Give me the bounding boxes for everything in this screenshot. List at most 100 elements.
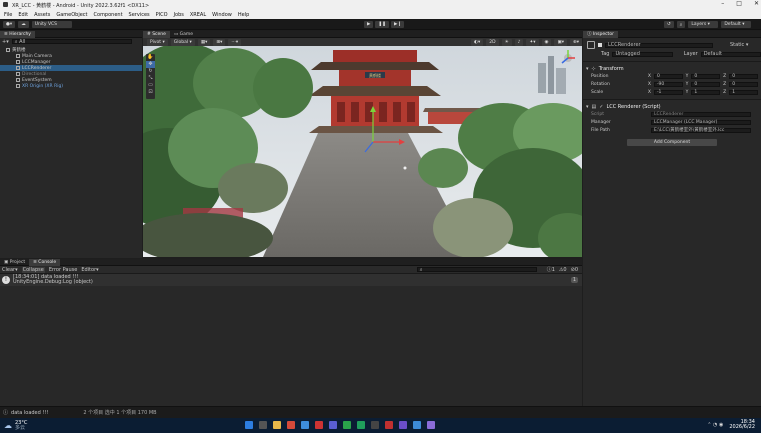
rotation-x-field[interactable]: -90 xyxy=(653,81,683,87)
menu-item-window[interactable]: Window xyxy=(212,12,232,18)
editor-dropdown[interactable]: Editor▾ xyxy=(81,267,98,273)
app-icon[interactable] xyxy=(329,421,337,429)
clock[interactable]: 18:34 2026/6/22 xyxy=(729,420,755,430)
foldout-icon[interactable]: ▾ xyxy=(586,104,589,110)
minimize-button[interactable]: – xyxy=(721,0,724,7)
menu-item-jobs[interactable]: Jobs xyxy=(174,12,184,18)
tab-inspector[interactable]: ⓘ Inspector xyxy=(583,30,618,38)
view-tool-icon[interactable]: ✋ xyxy=(146,54,155,61)
rect-tool-icon[interactable]: ▭ xyxy=(146,82,155,89)
menu-item-assets[interactable]: Assets xyxy=(34,12,50,18)
scene-orientation-gizmo[interactable] xyxy=(558,48,578,68)
tab-game[interactable]: ▭ Game xyxy=(170,31,197,38)
camera-icon[interactable]: ▣▾ xyxy=(554,38,567,46)
layer-dropdown[interactable]: Default xyxy=(700,51,761,57)
layers-dropdown[interactable]: Layers ▾ xyxy=(688,21,719,28)
rotate-tool-icon[interactable]: ↻ xyxy=(146,68,155,75)
layout-dropdown[interactable]: Default ▾ xyxy=(721,21,752,28)
position-z-field[interactable]: 0 xyxy=(729,73,758,79)
rotation-z-field[interactable]: 0 xyxy=(729,81,758,87)
app-icon[interactable] xyxy=(357,421,365,429)
tab-scene[interactable]: # Scene xyxy=(143,31,170,38)
scale-tool-icon[interactable]: ⤡ xyxy=(146,75,155,82)
transform-header[interactable]: ▾ ⊹ Transform xyxy=(583,65,761,72)
foldout-icon[interactable]: ▾ xyxy=(586,66,589,72)
shading-mode-icon[interactable]: ◐▾ xyxy=(471,38,484,46)
menu-item-component[interactable]: Component xyxy=(94,12,123,18)
effects-icon[interactable]: ✦▾ xyxy=(526,38,539,46)
grid-icon[interactable]: ▦▾ xyxy=(197,38,211,46)
scale-y-field[interactable]: 1 xyxy=(691,89,721,95)
filepath-field[interactable]: E:\LCC\黄鹤楼室外\黄鹤楼室外.lcc xyxy=(651,127,751,133)
close-button[interactable]: ✕ xyxy=(754,0,759,7)
lcc-renderer-header[interactable]: ▾ ▤ ✓ LCC Renderer (Script) xyxy=(583,103,761,110)
menu-item-edit[interactable]: Edit xyxy=(18,12,28,18)
file-explorer-icon[interactable] xyxy=(273,421,281,429)
error-count-badge[interactable]: ⊘0 xyxy=(571,267,578,273)
chrome-icon[interactable] xyxy=(343,421,351,429)
search-icon[interactable] xyxy=(259,421,267,429)
start-icon[interactable] xyxy=(245,421,253,429)
history-icon[interactable]: ↺ xyxy=(664,21,674,28)
log-count-badge[interactable]: ⓘ1 xyxy=(547,266,555,273)
warning-count-badge[interactable]: ⚠0 xyxy=(559,267,567,273)
move-tool-icon[interactable]: ✥ xyxy=(146,61,155,68)
clear-button[interactable]: Clear▾ xyxy=(2,267,18,273)
app-icon[interactable] xyxy=(287,421,295,429)
collapse-button[interactable]: Collapse xyxy=(21,266,45,273)
search-icon[interactable]: ⌕ xyxy=(676,21,686,28)
snap-icon[interactable]: ⊞▾ xyxy=(213,38,226,46)
audio-icon[interactable]: ♪ xyxy=(514,38,524,46)
console-search-input[interactable]: ⌕ xyxy=(416,267,537,273)
gizmos-icon[interactable]: ⊕▾ xyxy=(569,38,582,46)
hierarchy-search-input[interactable]: ⌕ All xyxy=(11,39,132,45)
add-component-button[interactable]: Add Component xyxy=(627,139,717,146)
app-icon[interactable] xyxy=(413,421,421,429)
unity-icon[interactable] xyxy=(371,421,379,429)
app-icon[interactable] xyxy=(399,421,407,429)
vcs-dropdown[interactable]: Unity VCS xyxy=(31,21,72,28)
tray-icons[interactable]: ⌃ ◔ ◉ xyxy=(707,422,723,428)
console-entry[interactable]: ! [18:34:01] data loaded !!! UnityEngine.D… xyxy=(0,274,582,286)
pivot-dropdown[interactable]: Pivot ▾ xyxy=(147,38,168,46)
scene-viewport[interactable]: 黄鹤楼 ✋ ✥ ↻ ⤡ ▭ ⊡ xyxy=(143,38,582,257)
menu-item-help[interactable]: Help xyxy=(238,12,249,18)
menu-item-xreal[interactable]: XREAL xyxy=(190,12,206,18)
position-y-field[interactable]: 0 xyxy=(691,73,721,79)
step-button[interactable]: ▶❙ xyxy=(391,21,405,28)
pause-button[interactable]: ❚❚ xyxy=(375,21,390,28)
menu-item-file[interactable]: File xyxy=(4,12,12,18)
add-icon[interactable]: +▾ xyxy=(2,39,9,45)
object-name-field[interactable]: LCCRenderer xyxy=(605,42,713,48)
edge-icon[interactable] xyxy=(301,421,309,429)
script-field[interactable]: LCCRenderer xyxy=(651,111,751,117)
global-dropdown[interactable]: Global ▾ xyxy=(170,38,195,46)
weather-widget[interactable]: ☁ 23°C 多云 xyxy=(4,420,27,431)
tab-project[interactable]: ▣ Project xyxy=(0,259,29,266)
tab-hierarchy[interactable]: ≡ Hierarchy xyxy=(0,30,35,38)
transform-tool-icon[interactable]: ⊡ xyxy=(146,89,155,96)
app-icon[interactable] xyxy=(385,421,393,429)
app-icon[interactable] xyxy=(315,421,323,429)
visibility-icon[interactable]: ◉ xyxy=(541,38,552,46)
cloud-icon[interactable]: ☁ xyxy=(18,21,29,28)
active-checkbox[interactable] xyxy=(598,43,602,47)
component-enabled-checkbox[interactable]: ✓ xyxy=(599,104,603,110)
tag-dropdown[interactable]: Untagged xyxy=(612,51,673,57)
scale-z-field[interactable]: 1 xyxy=(729,89,758,95)
rotation-y-field[interactable]: 0 xyxy=(691,81,721,87)
scale-x-field[interactable]: -1 xyxy=(653,89,683,95)
hierarchy-item[interactable]: XR Origin (XR Rig) xyxy=(0,83,142,89)
account-button[interactable]: ●▾ xyxy=(3,21,16,28)
2d-toggle[interactable]: 2D xyxy=(486,38,499,46)
lighting-icon[interactable]: ☀ xyxy=(501,38,512,46)
error-pause-button[interactable]: Error Pause xyxy=(49,267,77,273)
menu-item-services[interactable]: Services xyxy=(129,12,150,18)
menu-item-gameobject[interactable]: GameObject xyxy=(56,12,87,18)
static-label[interactable]: Static ▾ xyxy=(730,42,748,48)
tab-console[interactable]: ≡ Console xyxy=(29,258,61,266)
increment-icon[interactable]: ⋯▾ xyxy=(228,38,242,46)
manager-field[interactable]: LCCManager (LCC Manager) xyxy=(651,119,751,125)
position-x-field[interactable]: 0 xyxy=(653,73,683,79)
app-icon[interactable] xyxy=(427,421,435,429)
